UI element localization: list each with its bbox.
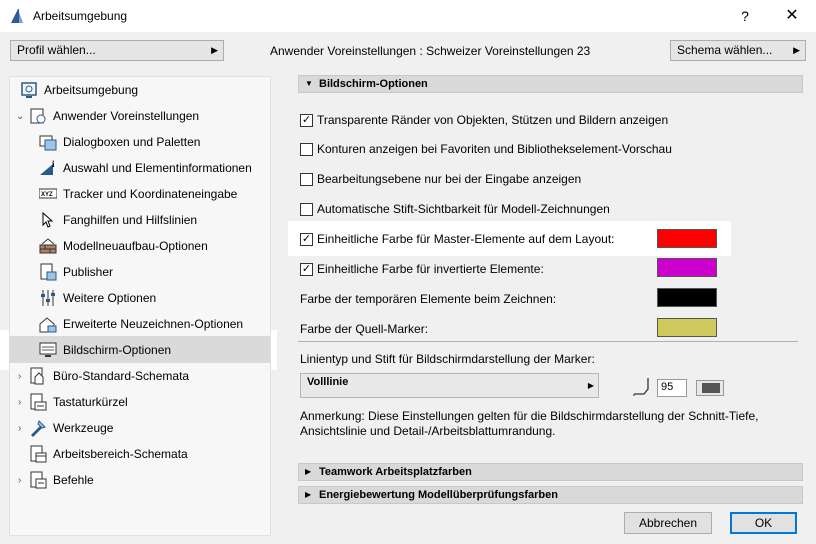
option-auto-pen-visibility[interactable]: Automatische Stift-Sichtbarkeit für Mode… [300,200,610,218]
option-transparent-edges[interactable]: ✓ Transparente Ränder von Objekten, Stüt… [300,111,668,129]
chevron-right-icon: ▶ [587,381,594,390]
option-edit-plane[interactable]: Bearbeitungsebene nur bei der Eingabe an… [300,170,581,188]
checkbox-unchecked[interactable] [300,142,313,156]
workspace-icon [21,82,37,98]
more-options-icon [41,290,55,306]
redraw-options-icon [39,317,57,333]
profile-button-label: Profil wählen... [17,43,96,57]
sidebar-item-modellneuaufbau[interactable]: Modellneuaufbau-Optionen [39,235,208,257]
help-button[interactable]: ? [730,4,760,28]
sidebar-item-dialogboxen[interactable]: Dialogboxen und Paletten [39,131,200,153]
color-swatch-temp[interactable] [657,288,717,307]
line-type-value: Volllinie [307,376,349,388]
chevron-down-icon[interactable]: ⌄ [16,111,24,122]
dialogs-icon [39,135,57,151]
sidebar-item-fanghilfen[interactable]: Fanghilfen und Hilfslinien [39,209,197,231]
color-swatch-inverted[interactable] [657,258,717,277]
checkbox-unchecked[interactable] [300,202,313,216]
option-contours-preview[interactable]: Konturen anzeigen bei Favoriten und Bibl… [300,140,672,158]
selection-info-icon: i [40,159,55,175]
checkbox-checked[interactable]: ✓ [300,232,313,246]
separator [298,341,798,342]
chevron-right-icon: ▶ [211,45,218,55]
chevron-right-icon[interactable]: › [18,371,21,382]
window-title: Arbeitsumgebung [33,9,128,23]
sidebar-item-befehle[interactable]: Befehle [29,469,94,491]
snap-guides-icon [42,211,54,228]
sidebar-item-anwender-voreinstellungen[interactable]: Anwender Voreinstellungen [29,105,199,127]
checkbox-unchecked[interactable] [300,172,313,186]
commands-icon [30,471,47,489]
title-bar: Arbeitsumgebung ? ✕ [0,0,816,32]
sidebar-item-bildschirm-optionen[interactable]: Bildschirm-Optionen [39,339,171,361]
section-header-teamwork[interactable]: ▶ Teamwork Arbeitsplatzfarben [298,463,803,481]
chevron-right-icon[interactable]: › [18,423,21,434]
sidebar-item-neuzeichnen[interactable]: Erweiterte Neuzeichnen-Optionen [39,313,243,335]
sidebar-item-weitere-optionen[interactable]: Weitere Optionen [39,287,156,309]
chevron-right-icon[interactable]: › [18,475,21,486]
svg-text:i: i [52,159,55,169]
profile-select-button[interactable]: Profil wählen... ▶ [10,40,224,61]
line-type-dropdown[interactable]: Volllinie ▶ [300,373,599,398]
sidebar-item-arbeitsumgebung[interactable]: Arbeitsumgebung [20,79,138,101]
ok-button[interactable]: OK [730,512,797,534]
pen-icon [633,378,649,396]
user-prefs-icon [30,108,46,124]
color-swatch-marker[interactable] [657,318,717,337]
sidebar-item-werkzeuge[interactable]: Werkzeuge [29,417,113,439]
sidebar-item-auswahl[interactable]: i Auswahl und Elementinformationen [39,157,252,179]
chevron-right-icon: ▶ [793,45,800,55]
checkbox-checked[interactable]: ✓ [300,113,313,127]
pen-number-field[interactable]: 95 [657,379,687,397]
checkbox-checked[interactable]: ✓ [300,262,313,276]
pen-swatch-icon[interactable] [696,380,724,396]
sidebar-item-arbeitsbereich-schemata[interactable]: Arbeitsbereich-Schemata [29,443,188,465]
sidebar-item-buero-standard[interactable]: Büro-Standard-Schemata [29,365,189,387]
office-schemes-icon [30,367,44,385]
archicad-app-icon [11,9,23,23]
sidebar-item-tracker[interactable]: XYZ Tracker und Koordinateneingabe [39,183,237,205]
marker-line-label: Linientyp und Stift für Bildschirmdarste… [300,352,595,366]
note-text: Anmerkung: Diese Einstellungen gelten fü… [300,409,759,438]
scheme-button-label: Schema wählen... [677,43,773,57]
screen-options-icon [39,342,57,357]
tracker-xyz-icon: XYZ [39,188,57,199]
section-header-energiebewertung[interactable]: ▶ Energiebewertung Modellüberprüfungsfar… [298,486,803,504]
user-prefs-value: Schweizer Voreinstellungen 23 [426,44,591,58]
user-prefs-label: Anwender Voreinstellungen [270,44,417,58]
svg-text:XYZ: XYZ [41,192,53,198]
cancel-button[interactable]: Abbrechen [624,512,712,534]
triangle-down-icon: ▼ [305,79,313,88]
user-prefs-status: Anwender Voreinstellungen : Schweizer Vo… [270,44,591,58]
close-button[interactable]: ✕ [775,4,809,28]
sidebar-item-tastaturkuerzel[interactable]: Tastaturkürzel [29,391,128,413]
section-title: Bildschirm-Optionen [319,78,428,90]
option-temp-color: Farbe der temporären Elemente beim Zeich… [300,292,557,306]
option-master-color[interactable]: ✓ Einheitliche Farbe für Master-Elemente… [300,230,614,248]
section-header-bildschirm-optionen[interactable]: ▼ Bildschirm-Optionen [298,75,803,93]
model-rebuild-icon [39,238,57,254]
publisher-icon [40,263,57,281]
triangle-right-icon: ▶ [305,467,312,476]
sidebar-item-publisher[interactable]: Publisher [39,261,113,283]
tools-icon [31,420,46,437]
workspace-schemes-icon [30,445,47,463]
chevron-right-icon[interactable]: › [18,397,21,408]
option-inverted-color[interactable]: ✓ Einheitliche Farbe für invertierte Ele… [300,260,544,278]
triangle-right-icon: ▶ [305,490,312,499]
keyboard-shortcuts-icon [30,393,47,411]
scheme-select-button[interactable]: Schema wählen... ▶ [670,40,806,61]
color-swatch-master[interactable] [657,229,717,248]
option-marker-color: Farbe der Quell-Marker: [300,322,429,336]
